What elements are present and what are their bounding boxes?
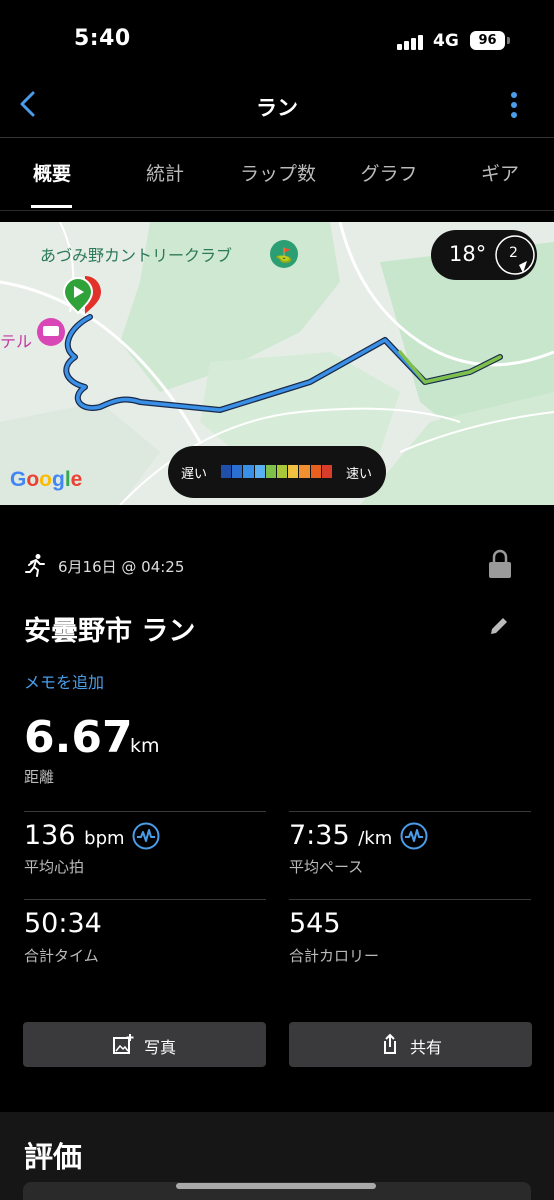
pace-pulse-icon[interactable] bbox=[400, 822, 428, 850]
speed-color-swatch bbox=[265, 465, 277, 478]
wind-speed: 2 bbox=[509, 245, 518, 261]
activity-date: 6月16日 @ 04:25 bbox=[58, 558, 185, 576]
add-photo-button[interactable]: 写真 bbox=[23, 1022, 266, 1067]
distance-value: 6.67 bbox=[24, 712, 133, 763]
start-finish-pin-icon bbox=[63, 276, 101, 315]
tab-overview[interactable]: 概要 bbox=[0, 139, 104, 211]
divider bbox=[289, 811, 531, 812]
tab-gear[interactable]: ギア bbox=[446, 139, 554, 211]
speed-color-swatch bbox=[243, 465, 254, 478]
rating-title: 評価 bbox=[24, 1140, 83, 1174]
tab-bar: 概要 統計 ラップ数 グラフ ギア bbox=[0, 139, 554, 211]
home-indicator[interactable] bbox=[176, 1183, 376, 1189]
weather-badge: 18° 2 bbox=[431, 230, 537, 280]
activity-title: 安曇野市 ラン bbox=[24, 616, 196, 647]
speed-color-swatch bbox=[321, 465, 333, 478]
temperature: 18° bbox=[449, 242, 487, 266]
speed-slow-label: 遅い bbox=[181, 467, 208, 482]
speed-legend: 遅い 速い bbox=[168, 446, 386, 498]
svg-text:⛳: ⛳ bbox=[275, 247, 292, 264]
speed-color-swatch bbox=[288, 465, 299, 478]
distance-label: 距離 bbox=[24, 768, 55, 786]
heart-rate-stat: 136 bpm bbox=[24, 820, 125, 851]
speed-color-swatch bbox=[299, 465, 310, 478]
heart-rate-label: 平均心拍 bbox=[24, 858, 85, 876]
pace-unit: /km bbox=[358, 828, 393, 849]
add-photo-label: 写真 bbox=[144, 1038, 177, 1057]
divider bbox=[24, 811, 266, 812]
add-photo-icon bbox=[113, 1034, 134, 1054]
total-time-value: 50:34 bbox=[24, 908, 102, 939]
tab-laps[interactable]: ラップ数 bbox=[222, 139, 334, 211]
heart-rate-value: 136 bbox=[24, 820, 76, 851]
more-vertical-icon[interactable] bbox=[506, 88, 522, 122]
share-button[interactable]: 共有 bbox=[289, 1022, 532, 1067]
divider bbox=[24, 899, 266, 900]
map-poi-label: あづみ野カントリークラブ bbox=[40, 246, 233, 265]
status-time: 5:40 bbox=[74, 26, 131, 51]
nav-bar: ラン bbox=[0, 70, 554, 138]
running-icon bbox=[25, 554, 45, 577]
pace-stat: 7:35 /km bbox=[289, 820, 392, 851]
battery-tip bbox=[507, 37, 510, 44]
total-time-label: 合計タイム bbox=[24, 947, 99, 965]
active-tab-indicator bbox=[31, 205, 72, 208]
share-icon bbox=[384, 1033, 396, 1054]
status-bar: 5:40 4G 96 bbox=[0, 0, 554, 70]
share-label: 共有 bbox=[410, 1038, 443, 1057]
calories-label: 合計カロリー bbox=[289, 947, 380, 965]
heart-rate-unit: bpm bbox=[84, 828, 125, 849]
tab-stats[interactable]: 統計 bbox=[110, 139, 220, 211]
pace-label: 平均ペース bbox=[289, 858, 364, 876]
pace-value: 7:35 bbox=[289, 820, 350, 851]
divider bbox=[289, 899, 531, 900]
tab-graph[interactable]: グラフ bbox=[334, 139, 444, 211]
speed-color-swatch bbox=[232, 465, 243, 478]
speed-color-swatch bbox=[277, 465, 288, 478]
speed-color-swatch bbox=[254, 465, 265, 478]
calories-value: 545 bbox=[289, 908, 341, 939]
edit-pencil-icon[interactable] bbox=[487, 614, 511, 638]
speed-color-swatch bbox=[221, 465, 232, 478]
distance-unit: km bbox=[130, 735, 160, 757]
speed-color-scale bbox=[221, 465, 333, 478]
page-title: ラン bbox=[256, 96, 298, 120]
heart-rate-pulse-icon[interactable] bbox=[132, 822, 160, 850]
speed-color-swatch bbox=[310, 465, 321, 478]
add-note-link[interactable]: メモを追加 bbox=[24, 669, 104, 693]
battery-icon: 96 bbox=[470, 31, 505, 50]
network-label: 4G bbox=[433, 31, 459, 51]
lock-icon[interactable] bbox=[487, 549, 513, 579]
map-hotel-label: テル bbox=[0, 332, 33, 351]
speed-fast-label: 速い bbox=[345, 467, 372, 482]
signal-icon bbox=[397, 34, 427, 50]
google-logo: Google bbox=[10, 468, 83, 491]
